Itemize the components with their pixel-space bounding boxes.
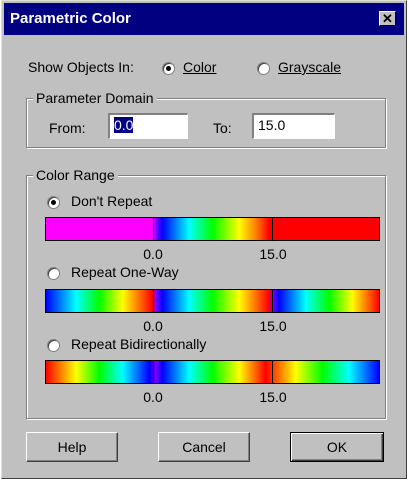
tick-low-1: 0.0 (143, 246, 163, 262)
marker-low (153, 218, 154, 240)
repeat-bidirectionally-color-bar (45, 360, 380, 384)
marker-high (272, 361, 273, 383)
to-label: To: (213, 120, 232, 136)
marker-low (153, 290, 154, 312)
show-objects-label: Show Objects In: (28, 59, 134, 75)
tick-low-3: 0.0 (143, 389, 163, 405)
window-title: Parametric Color (10, 10, 131, 27)
cancel-button-label: Cancel (182, 439, 226, 455)
repeat-bidirectionally-label[interactable]: Repeat Bidirectionally (71, 336, 206, 352)
color-range-title: Color Range (33, 167, 118, 183)
repeat-one-way-color-bar (45, 289, 380, 313)
from-value: 0.0 (114, 117, 134, 133)
dont-repeat-radio[interactable] (47, 196, 60, 209)
color-radio-label[interactable]: Color (183, 59, 216, 75)
cancel-button[interactable]: Cancel (158, 432, 250, 462)
marker-high (272, 290, 273, 312)
tick-high-2: 15.0 (259, 318, 287, 334)
tick-high-3: 15.0 (259, 389, 287, 405)
tick-high-1: 15.0 (259, 246, 287, 262)
help-button[interactable]: Help (26, 432, 118, 462)
to-input[interactable]: 15.0 (252, 113, 335, 139)
parametric-color-dialog: Parametric Color ✕ Show Objects In: Colo… (1, 0, 407, 479)
color-radio-text: Color (183, 59, 217, 75)
close-button[interactable]: ✕ (379, 11, 396, 26)
marker-low (153, 361, 154, 383)
ok-button-label: OK (326, 439, 348, 455)
ok-button[interactable]: OK (290, 432, 384, 462)
repeat-one-way-radio[interactable] (47, 267, 60, 280)
dont-repeat-label[interactable]: Don't Repeat (71, 193, 152, 209)
grayscale-radio[interactable] (257, 62, 270, 75)
dont-repeat-color-bar (45, 217, 380, 241)
close-icon: ✕ (382, 11, 393, 26)
marker-high (272, 218, 273, 240)
tick-low-2: 0.0 (143, 318, 163, 334)
from-input[interactable]: 0.0 (108, 113, 188, 139)
parameter-domain-title: Parameter Domain (33, 90, 157, 106)
help-button-label: Help (57, 439, 87, 455)
repeat-bidirectionally-radio[interactable] (47, 339, 60, 352)
repeat-one-way-label[interactable]: Repeat One-Way (71, 264, 179, 280)
color-radio[interactable] (162, 62, 175, 75)
title-bar[interactable]: Parametric Color ✕ (4, 3, 404, 35)
grayscale-radio-label[interactable]: Grayscale (278, 59, 341, 75)
from-label: From: (49, 120, 86, 136)
grayscale-radio-text: Grayscale (278, 59, 342, 75)
